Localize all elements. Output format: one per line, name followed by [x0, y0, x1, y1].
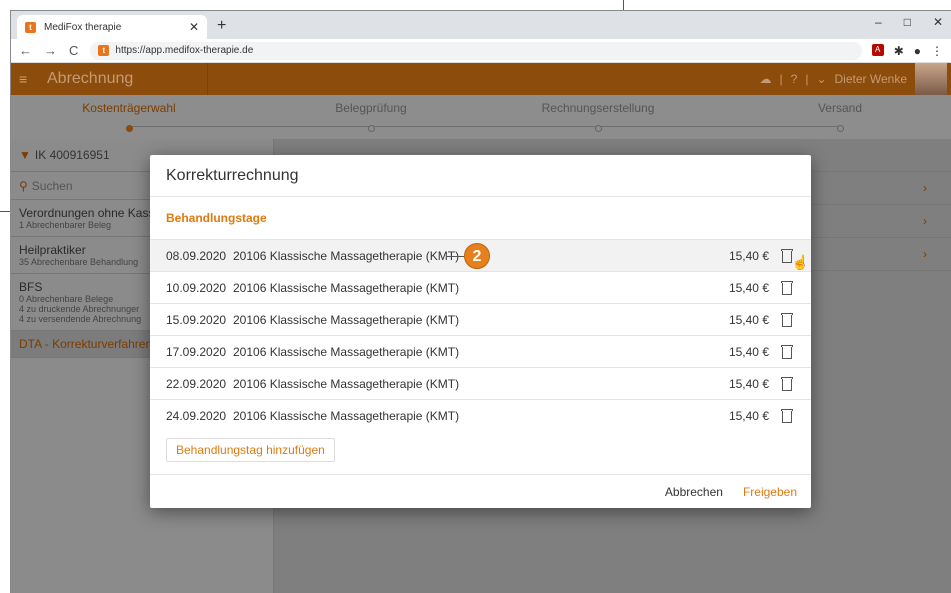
step-belegpruefung[interactable]: Belegprüfung — [291, 101, 451, 132]
pdf-extension-icon[interactable]: A — [871, 43, 884, 56]
avatar[interactable] — [915, 63, 947, 95]
close-window-button[interactable]: ✕ — [933, 15, 943, 29]
chevron-right-icon: › — [923, 214, 927, 228]
address-bar: ← → C t https://app.medifox-therapie.de … — [11, 39, 951, 63]
row-date: 10.09.2020 — [166, 280, 227, 295]
treatment-row[interactable]: 24.09.2020 20106 Klassische Massagethera… — [150, 399, 811, 431]
cancel-button[interactable]: Abbrechen — [665, 485, 723, 499]
browser-tabbar: t MediFox therapie ✕ + – □ ✕ — [11, 11, 951, 39]
row-date: 17.09.2020 — [166, 344, 227, 359]
row-amount: 15,40 € — [728, 312, 769, 327]
step-label: Kostenträgerwahl — [82, 101, 176, 115]
divider: | — [805, 72, 809, 86]
tab-title: MediFox therapie — [44, 21, 122, 33]
add-treatment-day-button[interactable]: Behandlungstag hinzufügen — [166, 438, 335, 462]
hamburger-menu-icon[interactable]: ≡ — [19, 71, 43, 87]
step-dot — [125, 125, 133, 132]
dialog-footer: Abbrechen Freigeben — [150, 474, 811, 508]
row-description: 20106 Klassische Massagetherapie (KMT) — [233, 280, 460, 295]
cloud-icon[interactable]: ☁ — [760, 72, 772, 86]
treatment-row[interactable]: 10.09.2020 20106 Klassische Massagethera… — [150, 271, 811, 303]
maximize-button[interactable]: □ — [904, 15, 911, 29]
new-tab-button[interactable]: + — [217, 17, 226, 35]
hand-cursor-icon: ☝ — [791, 253, 809, 270]
trash-icon[interactable]: ☝ — [779, 248, 809, 270]
callout-line — [446, 255, 464, 257]
search-icon: ⚲ — [19, 178, 28, 193]
trash-icon[interactable] — [779, 280, 795, 296]
row-date: 22.09.2020 — [166, 376, 227, 391]
row-amount: 15,40 € — [728, 376, 769, 391]
extensions: A ✱ ● ⋮ — [871, 43, 943, 58]
trash-icon[interactable] — [779, 344, 795, 360]
trash-icon[interactable] — [779, 376, 795, 392]
forward-icon[interactable]: → — [44, 43, 57, 58]
puzzle-extension-icon[interactable]: ✱ — [894, 44, 904, 58]
step-dot — [836, 125, 844, 132]
treatment-row[interactable]: 08.09.2020 20106 Klassische Massagethera… — [150, 239, 811, 271]
row-date: 08.09.2020 — [166, 248, 227, 263]
header-divider — [207, 63, 208, 95]
url-field[interactable]: t https://app.medifox-therapie.de — [90, 41, 862, 60]
callout-leader-line — [0, 211, 10, 212]
minimize-button[interactable]: – — [875, 15, 882, 29]
close-tab-icon[interactable]: ✕ — [189, 20, 199, 34]
stepper-line — [127, 126, 841, 127]
user-name[interactable]: Dieter Wenke — [835, 72, 907, 86]
treatment-row[interactable]: 17.09.2020 20106 Klassische Massagethera… — [150, 335, 811, 367]
divider: | — [779, 72, 783, 86]
treatment-row[interactable]: 22.09.2020 20106 Klassische Massagethera… — [150, 367, 811, 399]
row-amount: 15,40 € — [728, 280, 769, 295]
chevron-down-icon[interactable]: ⌄ — [816, 72, 826, 86]
search-label: Suchen — [31, 178, 73, 193]
step-versand[interactable]: Versand — [760, 101, 920, 132]
app-header: ≡ Abrechnung ☁ | ? | ⌄ Dieter Wenke — [11, 63, 951, 95]
step-label: Belegprüfung — [335, 101, 407, 115]
page-title: Abrechnung — [47, 70, 134, 87]
chevron-right-icon: › — [923, 181, 927, 195]
step-rechnungserstellung[interactable]: Rechnungserstellung — [518, 101, 678, 132]
filter-label: IK 400916951 — [34, 148, 110, 162]
callout-badge: 2 — [464, 243, 490, 269]
site-favicon-icon: t — [98, 45, 110, 56]
callout-leader-line — [623, 0, 624, 10]
trash-icon[interactable] — [779, 312, 795, 328]
dialog-title: Korrekturrechnung — [150, 155, 811, 197]
step-dot — [594, 125, 602, 132]
row-description: 20106 Klassische Massagetherapie (KMT) — [233, 376, 460, 391]
step-label: Rechnungserstellung — [541, 101, 655, 115]
browser-tab[interactable]: t MediFox therapie ✕ — [17, 15, 207, 39]
treatment-row[interactable]: 15.09.2020 20106 Klassische Massagethera… — [150, 303, 811, 335]
correction-invoice-dialog: Korrekturrechnung Behandlungstage 08.09.… — [150, 155, 811, 508]
account-icon[interactable]: ● — [914, 44, 921, 58]
more-menu-icon[interactable]: ⋮ — [931, 44, 943, 58]
row-amount: 15,40 € — [728, 344, 769, 359]
favicon-icon: t — [25, 21, 36, 33]
back-icon[interactable]: ← — [19, 43, 32, 58]
section-heading: Behandlungstage — [166, 211, 267, 225]
step-kostentraegerwahl[interactable]: Kostenträgerwahl — [49, 101, 209, 132]
row-description: 20106 Klassische Massagetherapie (KMT) — [233, 312, 460, 327]
row-date: 15.09.2020 — [166, 312, 227, 327]
row-amount: 15,40 € — [728, 248, 769, 263]
row-description: 20106 Klassische Massagetherapie (KMT) — [233, 344, 460, 359]
chevron-right-icon: › — [923, 247, 927, 261]
progress-stepper: Kostenträgerwahl Belegprüfung Rechnungse… — [11, 95, 951, 139]
header-right: ☁ | ? | ⌄ Dieter Wenke — [760, 63, 947, 95]
step-label: Versand — [817, 101, 863, 115]
callout-marker: 2 — [446, 243, 490, 269]
help-icon[interactable]: ? — [791, 72, 798, 86]
release-button[interactable]: Freigeben — [743, 485, 797, 499]
reload-icon[interactable]: C — [69, 43, 78, 58]
step-dot — [367, 125, 375, 132]
url-text: https://app.medifox-therapie.de — [115, 45, 254, 56]
treatment-day-list: 08.09.2020 20106 Klassische Massagethera… — [150, 239, 811, 431]
filter-icon: ▼ — [19, 148, 31, 162]
trash-icon[interactable] — [779, 408, 795, 424]
row-date: 24.09.2020 — [166, 408, 227, 423]
window-controls: – □ ✕ — [875, 15, 943, 29]
row-amount: 15,40 € — [728, 408, 769, 423]
row-description: 20106 Klassische Massagetherapie (KMT) — [233, 408, 460, 423]
